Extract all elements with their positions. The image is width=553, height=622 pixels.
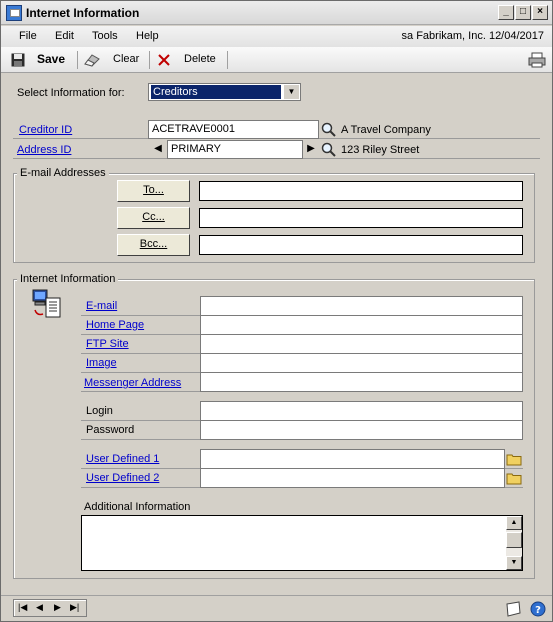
save-label: Save [37,52,66,66]
password-label: Password [86,424,135,436]
lookup-magnifier-icon[interactable] [321,122,337,138]
messenger-address-field[interactable] [200,372,523,392]
lookup-magnifier-icon[interactable] [321,142,337,158]
session-info: sa Fabrikam, Inc. 12/04/2017 [401,30,544,42]
email-field[interactable] [200,296,523,316]
menu-edit[interactable]: Edit [55,30,74,42]
first-record-icon[interactable]: |◀ [18,602,27,613]
toolbar-separator [227,51,228,69]
toolbar-separator [149,51,150,69]
creditor-id-field[interactable]: ACETRAVE0001 [148,120,319,139]
toolbar: Save Clear Delete [1,47,552,73]
window-app-icon [6,5,22,21]
creditor-name: A Travel Company [341,124,431,136]
computer-document-icon [32,289,61,318]
additional-information-label: Additional Information [84,501,191,513]
address-description: 123 Riley Street [341,144,420,156]
chevron-down-icon: ▼ [284,85,299,99]
menu-tools[interactable]: Tools [92,30,118,42]
messenger-address-link[interactable]: Messenger Address [84,377,181,389]
note-icon[interactable] [504,601,522,617]
delete-toolbar-button[interactable]: Delete [155,49,223,70]
svg-text:?: ? [535,605,541,616]
image-link[interactable]: Image [86,357,117,369]
printer-icon[interactable] [528,52,546,68]
address-id-link[interactable]: Address ID [17,144,71,156]
user-defined-1-link[interactable]: User Defined 1 [86,453,159,465]
eraser-icon [84,54,100,67]
next-arrow-icon[interactable]: ▶ [303,141,319,157]
bcc-field[interactable] [199,235,523,255]
internet-information-window: Internet Information _ □ × File Edit Too… [0,0,553,622]
address-id-field[interactable]: PRIMARY [167,140,303,159]
home-page-field[interactable] [200,315,523,335]
menu-file[interactable]: File [19,30,37,42]
status-bar: |◀ ◀ ▶ ▶| ? [1,595,552,621]
cc-button[interactable]: Cc... [117,207,190,229]
select-info-dropdown[interactable]: Creditors ▼ [148,83,301,101]
next-record-icon[interactable]: ▶ [54,602,61,613]
scroll-thumb[interactable] [506,532,522,548]
last-record-icon[interactable]: ▶| [70,602,79,613]
help-icon[interactable]: ? [530,601,546,617]
cc-field[interactable] [199,208,523,228]
floppy-disk-icon [11,53,25,67]
menu-bar: File Edit Tools Help sa Fabrikam, Inc. 1… [1,26,552,47]
save-toolbar-button[interactable]: Save [9,49,71,70]
folder-icon[interactable] [506,471,522,485]
previous-arrow-icon[interactable]: ◀ [150,141,166,157]
image-field[interactable] [200,353,523,373]
clear-label: Clear [113,53,140,65]
record-navigation: |◀ ◀ ▶ ▶| [13,599,87,617]
bcc-button[interactable]: Bcc... [117,234,190,256]
clear-toolbar-button[interactable]: Clear [83,49,143,70]
password-field[interactable] [200,420,523,440]
window-title: Internet Information [26,6,140,20]
internet-group-title: Internet Information [17,273,119,285]
textarea-scrollbar[interactable]: ▲ ▼ [506,516,522,570]
select-info-value: Creditors [151,85,281,99]
previous-record-icon[interactable]: ◀ [36,602,43,613]
title-bar: Internet Information _ □ × [1,1,552,25]
to-button[interactable]: To... [117,180,190,202]
delete-x-icon [158,54,170,66]
minimize-button[interactable]: _ [498,5,514,20]
additional-information-textarea[interactable]: ▲ ▼ [81,515,523,571]
scroll-down-icon[interactable]: ▼ [506,556,522,570]
ftp-site-field[interactable] [200,334,523,354]
scroll-up-icon[interactable]: ▲ [506,516,522,530]
user-defined-1-field[interactable] [200,449,505,469]
close-button[interactable]: × [532,5,548,20]
home-page-link[interactable]: Home Page [86,319,144,331]
menu-help[interactable]: Help [136,30,159,42]
maximize-button[interactable]: □ [515,5,531,20]
creditor-id-link[interactable]: Creditor ID [19,124,72,136]
login-label: Login [86,405,113,417]
login-field[interactable] [200,401,523,421]
folder-icon[interactable] [506,452,522,466]
user-defined-2-link[interactable]: User Defined 2 [86,472,159,484]
email-link[interactable]: E-mail [86,300,117,312]
toolbar-separator [77,51,78,69]
delete-label: Delete [184,53,216,65]
select-info-label: Select Information for: [17,87,125,99]
email-group-title: E-mail Addresses [17,167,109,179]
ftp-site-link[interactable]: FTP Site [86,338,129,350]
user-defined-2-field[interactable] [200,468,505,488]
to-field[interactable] [199,181,523,201]
